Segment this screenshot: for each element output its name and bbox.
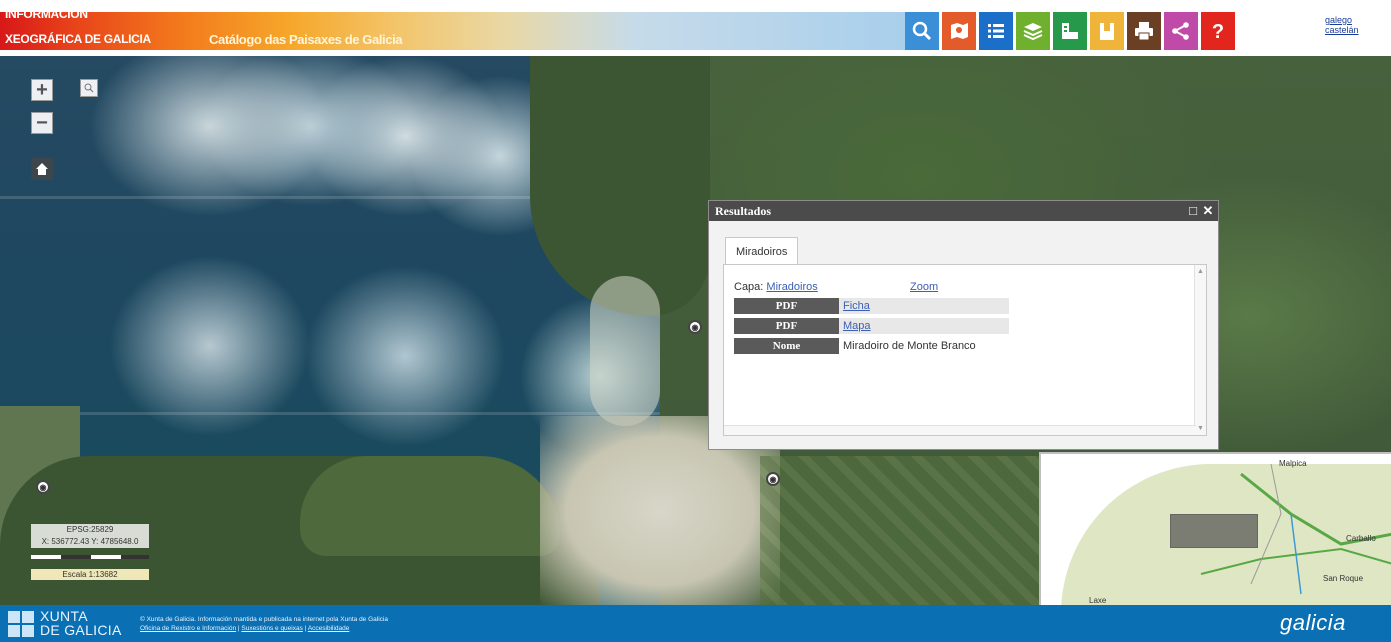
app-header: INFORMACIÓN XEOGRÁFICA DE GALICIA Catálo… <box>0 0 1391 56</box>
layers-icon <box>1023 23 1043 41</box>
galicia-logo[interactable]: galicia <box>1280 610 1346 636</box>
overview-extent-box[interactable] <box>1170 514 1258 548</box>
scale-bar <box>31 551 149 563</box>
home-button[interactable] <box>31 158 53 180</box>
tab-miradoiros[interactable]: Miradoiros <box>725 237 799 265</box>
oficina-link[interactable]: Oficina de Rexistro e Información <box>140 625 236 632</box>
land-south-east <box>300 456 560 556</box>
zoom-in-button[interactable]: + <box>31 79 53 101</box>
table-row: PDF Mapa <box>734 318 1009 334</box>
overview-label-malpica: Malpica <box>1279 459 1307 468</box>
popup-title: Resultados <box>715 204 772 218</box>
viewpoint-marker[interactable]: ◉ <box>688 320 702 334</box>
print-icon <box>1135 22 1153 41</box>
brand-line2: XEOGRÁFICA DE GALICIA <box>5 32 151 46</box>
search-icon <box>84 83 94 93</box>
row-header: Nome <box>734 338 839 354</box>
share-icon <box>1172 22 1189 40</box>
xunta-logo-icon <box>8 611 34 637</box>
row-header: PDF <box>734 318 839 334</box>
print-button[interactable] <box>1127 12 1161 50</box>
app-title: Catálogo das Paisaxes de Galicia <box>209 32 403 47</box>
ficha-link[interactable]: Ficha <box>843 300 870 312</box>
viewpoint-marker[interactable]: ◉ <box>766 472 780 486</box>
svg-text:?: ? <box>1212 21 1224 42</box>
scale-coordinates: X: 536772.43 Y: 4785648.0 <box>31 536 149 548</box>
list-button[interactable] <box>979 12 1013 50</box>
search-button[interactable] <box>905 12 939 50</box>
layers-button[interactable] <box>1016 12 1050 50</box>
viewpoint-name: Miradoiro de Monte Branco <box>843 340 976 352</box>
mapa-link[interactable]: Mapa <box>843 320 871 332</box>
table-row: Nome Miradoiro de Monte Branco <box>734 338 976 354</box>
results-popup: Resultados □ ✕ Miradoiros Capa: Miradoir… <box>708 200 1219 450</box>
capa-link[interactable]: Miradoiros <box>766 281 817 293</box>
overview-label-carballo: Carballo <box>1346 534 1376 543</box>
zoom-link[interactable]: Zoom <box>910 279 938 295</box>
accesibilidade-link[interactable]: Accesibilidade <box>308 625 350 632</box>
help-icon: ? <box>1212 21 1224 42</box>
farm-fields <box>760 456 1060 605</box>
overview-label-san-roque: San Roque <box>1323 574 1364 583</box>
viewpoint-marker[interactable]: ◉ <box>36 480 50 494</box>
sea-tile-seam <box>0 412 660 415</box>
row-header: PDF <box>734 298 839 314</box>
zoom-out-button[interactable]: − <box>31 112 53 134</box>
share-button[interactable] <box>1164 12 1198 50</box>
toolbar: ? <box>905 12 1238 50</box>
capa-label: Capa: <box>734 281 764 293</box>
scale-epsg: EPSG:25829 <box>31 524 149 536</box>
map-info-button[interactable] <box>942 12 976 50</box>
overview-map[interactable]: Malpica Carballo San Roque Laxe <box>1039 452 1391 605</box>
home-icon <box>36 163 48 175</box>
scale-widget: EPSG:25829 X: 536772.43 Y: 4785648.0 Esc… <box>31 524 149 580</box>
scale-label: Escala 1:13682 <box>31 569 149 580</box>
map-info-icon <box>951 23 968 39</box>
xunta-logo-text[interactable]: XUNTA DE GALICIA <box>40 609 122 637</box>
maximize-icon[interactable]: □ <box>1186 203 1200 219</box>
map-search-button[interactable] <box>80 79 98 97</box>
vertical-scrollbar[interactable]: ▲ ▼ <box>1194 265 1206 435</box>
search-icon <box>912 21 932 41</box>
capa-row: Capa: Miradoiros Zoom <box>734 279 1034 295</box>
footer: XUNTA DE GALICIA © Xunta de Galicia. Inf… <box>0 605 1391 642</box>
footer-legal: © Xunta de Galicia. Información mantida … <box>140 616 388 632</box>
xunta-line1: XUNTA <box>40 608 88 624</box>
popup-header: Resultados □ ✕ <box>709 201 1218 221</box>
popup-panel: Capa: Miradoiros Zoom PDF Ficha PDF Mapa N… <box>723 264 1207 436</box>
suxestions-link[interactable]: Suxestións e queixas <box>241 625 302 632</box>
overview-label-laxe: Laxe <box>1089 596 1107 605</box>
language-link[interactable]: galego castelán <box>1325 15 1373 35</box>
coast-sand <box>590 276 660 426</box>
help-button[interactable]: ? <box>1201 12 1235 50</box>
xunta-line2: DE GALICIA <box>40 622 122 638</box>
close-icon[interactable]: ✕ <box>1201 203 1215 219</box>
brand-line1: INFORMACIÓN <box>5 7 88 21</box>
horizontal-scrollbar[interactable] <box>724 425 1196 435</box>
legal-text: © Xunta de Galicia. Información mantida … <box>140 616 388 623</box>
measure-icon <box>1062 23 1078 39</box>
table-row: PDF Ficha <box>734 298 1009 314</box>
bookmark-button[interactable] <box>1090 12 1124 50</box>
measure-button[interactable] <box>1053 12 1087 50</box>
bookmark-icon <box>1100 23 1114 40</box>
list-icon <box>988 24 1004 38</box>
